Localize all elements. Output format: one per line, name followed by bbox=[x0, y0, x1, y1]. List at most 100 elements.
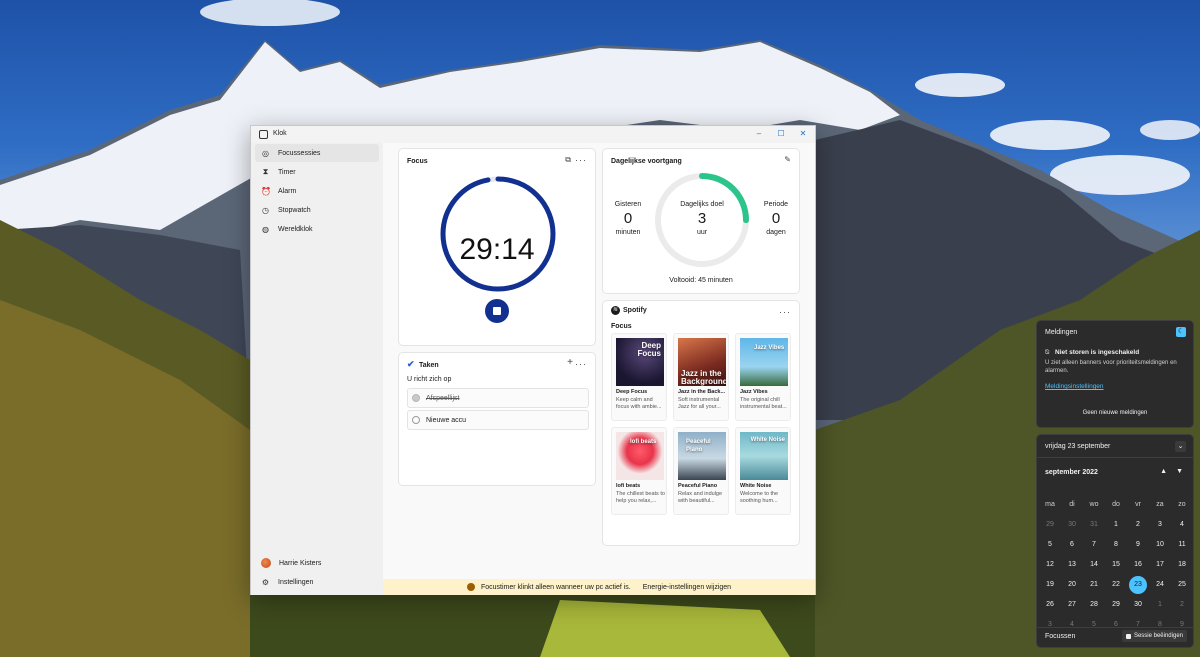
calendar-day[interactable]: 28 bbox=[1083, 595, 1105, 615]
cover-text: Deep Focus bbox=[637, 341, 661, 358]
divider bbox=[1037, 457, 1193, 458]
user-account[interactable]: Harrie Kisters bbox=[255, 554, 379, 572]
playlist-tile[interactable]: lofi beats lofi beats The chillest beats… bbox=[611, 427, 667, 515]
playlist-tile[interactable]: Peaceful Piano Peaceful Piano Relax and … bbox=[673, 427, 729, 515]
sidebar-item-alarm[interactable]: ⏰ Alarm bbox=[255, 182, 379, 200]
streak-label: Periode bbox=[763, 201, 789, 208]
yesterday-label: Gisteren bbox=[614, 201, 642, 208]
task-checkbox[interactable] bbox=[412, 416, 420, 424]
maximize-button[interactable]: ☐ bbox=[775, 128, 787, 140]
close-button[interactable]: ✕ bbox=[797, 128, 809, 140]
calendar-day[interactable]: 27 bbox=[1061, 595, 1083, 615]
avatar bbox=[261, 558, 271, 568]
calendar-day[interactable]: 1 bbox=[1149, 595, 1171, 615]
calendar-day[interactable]: 5 bbox=[1083, 615, 1105, 635]
calendar-day[interactable]: 14 bbox=[1083, 555, 1105, 575]
calendar-day[interactable]: 10 bbox=[1149, 535, 1171, 555]
user-name: Harrie Kisters bbox=[279, 559, 322, 567]
sidebar-item-wereldklok[interactable]: ◍ Wereldklok bbox=[255, 220, 379, 238]
calendar-day[interactable]: 6 bbox=[1061, 535, 1083, 555]
playlist-tile[interactable]: Jazz Vibes Jazz Vibes The original chill… bbox=[735, 333, 791, 421]
more-options-icon[interactable]: ··· bbox=[575, 155, 587, 165]
playlist-tile[interactable]: Deep Focus Deep Focus Keep calm and focu… bbox=[611, 333, 667, 421]
stopwatch-icon: ◷ bbox=[262, 205, 269, 215]
task-checkbox[interactable] bbox=[412, 394, 420, 402]
energy-settings-link[interactable]: Energie-instellingen wijzigen bbox=[643, 584, 731, 591]
calendar-day[interactable]: 19 bbox=[1039, 575, 1061, 595]
calendar-day[interactable]: 18 bbox=[1171, 555, 1193, 575]
calendar-day-today[interactable]: 23 bbox=[1127, 575, 1149, 595]
calendar-day[interactable]: 24 bbox=[1149, 575, 1171, 595]
task-item[interactable]: Afspeellijst bbox=[407, 388, 589, 408]
calendar-day[interactable]: 25 bbox=[1171, 575, 1193, 595]
previous-month-button[interactable]: ▲ bbox=[1160, 468, 1167, 475]
calendar-day[interactable]: 21 bbox=[1083, 575, 1105, 595]
notification-settings-link[interactable]: Meldingsinstellingen bbox=[1045, 383, 1104, 390]
sidebar-item-timer[interactable]: ⧗ Timer bbox=[255, 163, 379, 181]
sidebar-item-focussessies[interactable]: ◎ Focussessies bbox=[255, 144, 379, 162]
sidebar-item-settings[interactable]: ⚙ Instellingen bbox=[255, 573, 379, 591]
compact-overlay-icon[interactable]: ⧉ bbox=[565, 155, 571, 165]
more-options-icon[interactable]: ··· bbox=[779, 307, 791, 317]
task-text: Afspeellijst bbox=[426, 394, 460, 402]
calendar-day[interactable]: 29 bbox=[1039, 515, 1061, 535]
calendar-day[interactable]: 31 bbox=[1083, 515, 1105, 535]
end-session-button[interactable]: Sessie beëindigen bbox=[1121, 630, 1187, 642]
calendar-day[interactable]: 30 bbox=[1127, 595, 1149, 615]
calendar-day[interactable]: 20 bbox=[1061, 575, 1083, 595]
dnd-description: U ziet alleen banners voor prioriteitsme… bbox=[1045, 360, 1177, 374]
do-not-disturb-toggle[interactable]: ☾ bbox=[1176, 327, 1186, 337]
playlist-tile[interactable]: White Noise White Noise Welcome to the s… bbox=[735, 427, 791, 515]
collapse-calendar-button[interactable]: ⌄ bbox=[1175, 441, 1186, 452]
calendar-day[interactable]: 26 bbox=[1039, 595, 1061, 615]
calendar-day[interactable]: 17 bbox=[1149, 555, 1171, 575]
playlist-name: lofi beats bbox=[616, 483, 641, 489]
calendar-day[interactable]: 16 bbox=[1127, 555, 1149, 575]
calendar-day[interactable]: 11 bbox=[1171, 535, 1193, 555]
playlist-cover: White Noise bbox=[740, 432, 788, 480]
next-month-button[interactable]: ▼ bbox=[1176, 468, 1183, 475]
calendar-day[interactable]: 29 bbox=[1105, 595, 1127, 615]
calendar-day[interactable]: 1 bbox=[1105, 515, 1127, 535]
calendar-day[interactable]: 30 bbox=[1061, 515, 1083, 535]
calendar-day[interactable]: 9 bbox=[1127, 535, 1149, 555]
calendar-month: september 2022 bbox=[1045, 469, 1098, 476]
calendar-day[interactable]: 7 bbox=[1083, 535, 1105, 555]
minimize-button[interactable]: – bbox=[753, 128, 765, 140]
calendar-day[interactable]: 4 bbox=[1061, 615, 1083, 635]
calendar-day[interactable]: 3 bbox=[1149, 515, 1171, 535]
title-bar[interactable]: Klok – ☐ ✕ bbox=[251, 126, 815, 142]
calendar-day[interactable]: 2 bbox=[1171, 595, 1193, 615]
playlist-name: Jazz Vibes bbox=[740, 389, 768, 395]
task-item[interactable]: Nieuwe accu bbox=[407, 410, 589, 430]
spotify-logo-icon: ≋ bbox=[611, 306, 620, 315]
more-options-icon[interactable]: ··· bbox=[575, 359, 587, 369]
tasks-subtitle: U richt zich op bbox=[407, 376, 452, 383]
sidebar-item-label: Alarm bbox=[278, 187, 297, 195]
calendar-day[interactable]: 12 bbox=[1039, 555, 1061, 575]
edit-pencil-icon[interactable]: ✎ bbox=[784, 155, 791, 164]
calendar-day[interactable]: 8 bbox=[1105, 535, 1127, 555]
calendar-day[interactable]: 2 bbox=[1127, 515, 1149, 535]
stop-session-button[interactable] bbox=[485, 299, 509, 323]
sidebar-item-label: Stopwatch bbox=[278, 206, 311, 214]
calendar-weekday: vr bbox=[1135, 501, 1141, 508]
calendar-day[interactable]: 3 bbox=[1039, 615, 1061, 635]
calendar-day[interactable]: 5 bbox=[1039, 535, 1061, 555]
no-notifications-text: Geen nieuwe meldingen bbox=[1082, 410, 1148, 416]
focus-session-label: Focussen bbox=[1045, 633, 1076, 640]
sidebar-item-stopwatch[interactable]: ◷ Stopwatch bbox=[255, 201, 379, 219]
sidebar: ◎ Focussessies ⧗ Timer ⏰ Alarm ◷ Stopwat… bbox=[251, 143, 383, 595]
hourglass-icon: ⧗ bbox=[262, 167, 269, 176]
calendar-day[interactable]: 4 bbox=[1171, 515, 1193, 535]
add-task-icon[interactable]: + bbox=[567, 357, 573, 368]
calendar-day[interactable]: 13 bbox=[1061, 555, 1083, 575]
daily-progress-card: Dagelijkse voortgang ✎ Gisteren 0 minute… bbox=[602, 148, 800, 294]
calendar-panel: vrijdag 23 september ⌄ september 2022 ▲ … bbox=[1036, 434, 1194, 648]
calendar-weekday: do bbox=[1112, 501, 1120, 508]
playlist-tile[interactable]: Jazz in the Background Jazz in the Back.… bbox=[673, 333, 729, 421]
calendar-day[interactable]: 15 bbox=[1105, 555, 1127, 575]
focus-icon: ◎ bbox=[262, 148, 269, 158]
calendar-day[interactable]: 22 bbox=[1105, 575, 1127, 595]
playlist-cover: Jazz Vibes bbox=[740, 338, 788, 386]
